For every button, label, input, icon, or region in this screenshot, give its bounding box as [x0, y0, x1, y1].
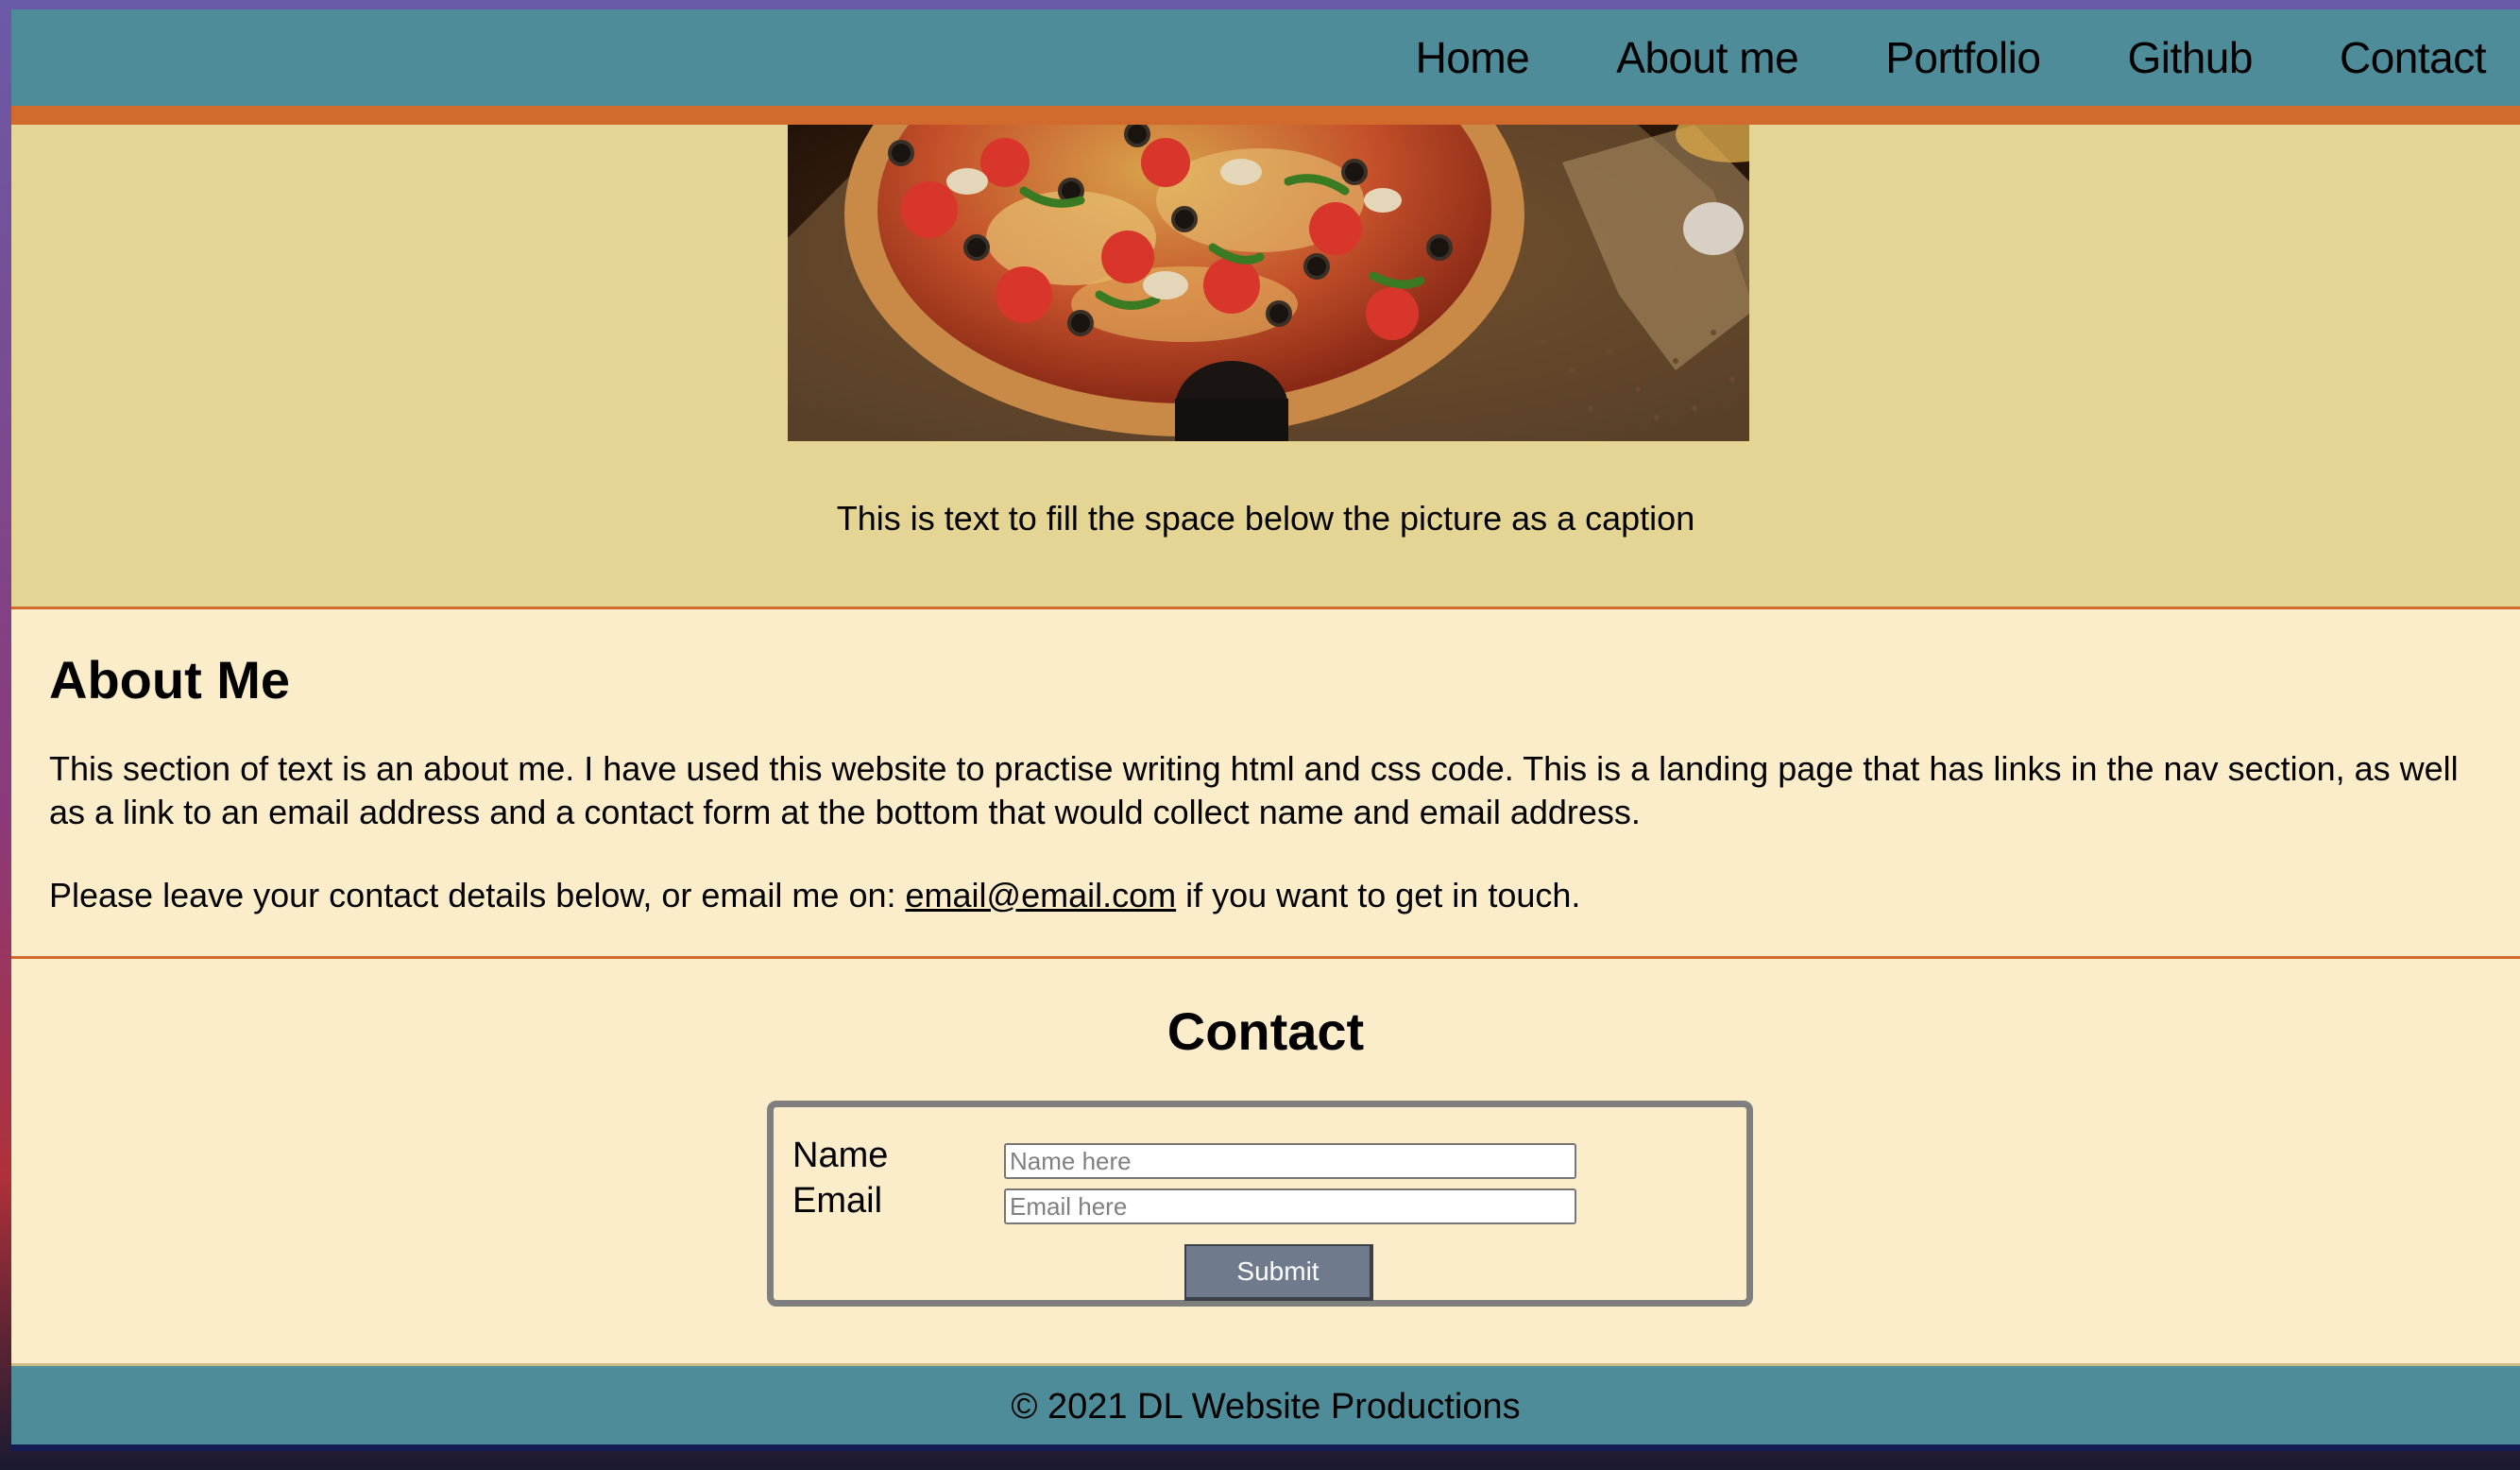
about-paragraph: This section of text is an about me. I h… — [49, 749, 2459, 831]
email-link[interactable]: email@email.com — [906, 876, 1177, 914]
nav-link-github[interactable]: Github — [2127, 32, 2253, 83]
email-label: Email — [792, 1181, 883, 1221]
about-contact-paragraph: Please leave your contact details below,… — [49, 874, 2467, 917]
footer-copyright: © 2021 DL Website Productions — [1011, 1387, 1521, 1427]
pizza-photo — [788, 125, 1749, 441]
contact-section: Contact Name Email Submit — [11, 959, 2520, 1363]
name-input[interactable] — [1004, 1143, 1576, 1179]
hero-caption: This is text to fill the space below the… — [836, 499, 1695, 538]
nav-link-contact[interactable]: Contact — [2340, 32, 2487, 83]
contact-heading: Contact — [1166, 1001, 1365, 1061]
nav-links: Home About me Portfolio Github Contact — [1416, 9, 2520, 106]
nav-link-home[interactable]: Home — [1416, 32, 1530, 83]
browser-viewport: Home About me Portfolio Github Contact T… — [11, 9, 2520, 1451]
submit-button[interactable]: Submit — [1184, 1244, 1373, 1301]
nav-link-portfolio[interactable]: Portfolio — [1885, 32, 2041, 83]
nav-bar: Home About me Portfolio Github Contact — [11, 9, 2520, 106]
about-section: About Me This section of text is an abou… — [11, 609, 2520, 959]
viewport-bottom-edge — [11, 1444, 2520, 1451]
name-label: Name — [792, 1136, 889, 1175]
about-heading: About Me — [49, 650, 291, 709]
about-contact-text-before: Please leave your contact details below,… — [49, 876, 906, 914]
nav-accent-stripe — [11, 106, 2520, 125]
footer: © 2021 DL Website Productions — [11, 1363, 2520, 1451]
nav-link-about-me[interactable]: About me — [1616, 32, 1798, 83]
hero-section: This is text to fill the space below the… — [11, 125, 2520, 609]
contact-form: Name Email Submit — [767, 1101, 1753, 1307]
about-contact-text-after: if you want to get in touch. — [1176, 876, 1581, 914]
email-input[interactable] — [1004, 1188, 1576, 1224]
pizza-photo-illustration — [788, 125, 1749, 441]
